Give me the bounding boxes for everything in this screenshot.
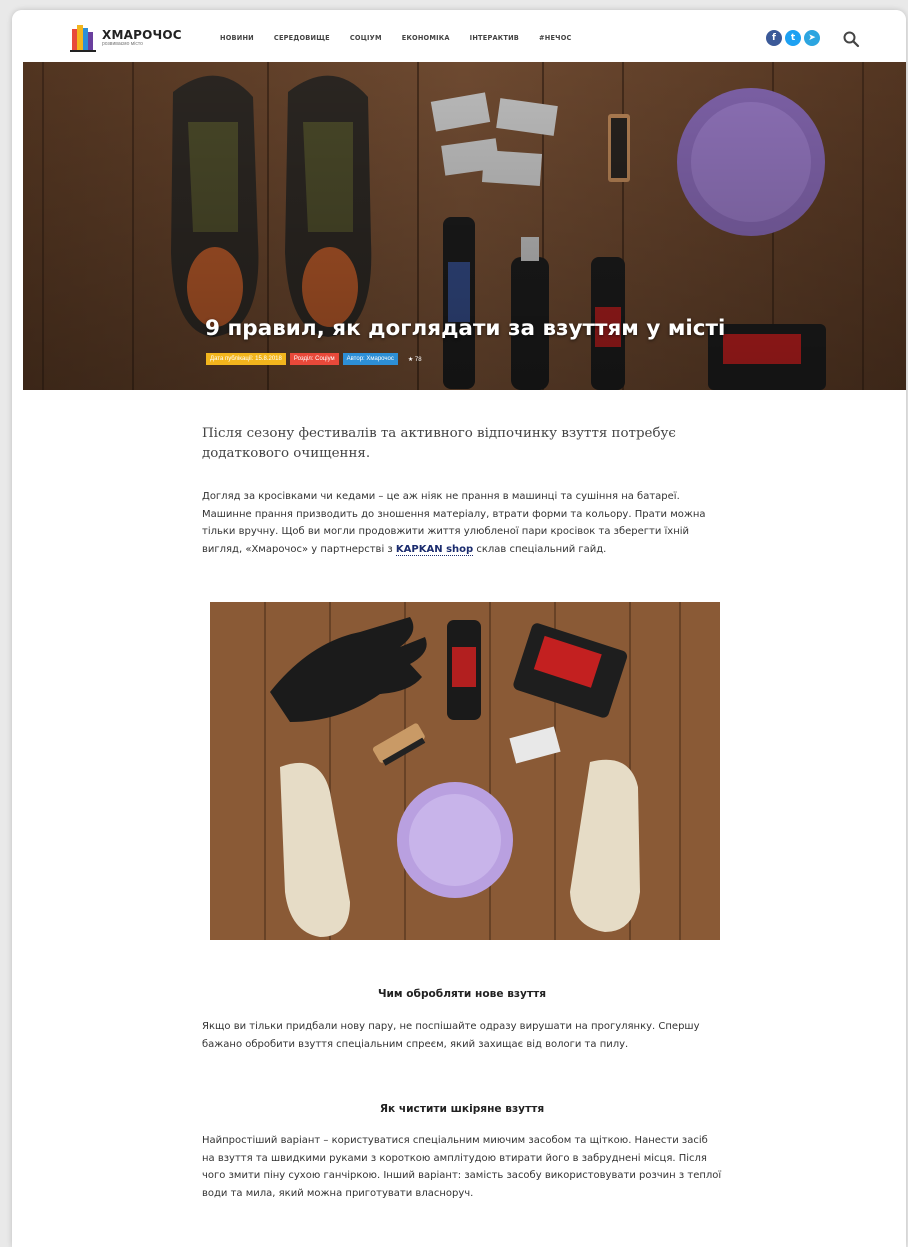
partner-link[interactable]: KAPKAN shop — [395, 543, 474, 556]
views-value: 78 — [414, 356, 422, 363]
section1-text: Якщо ви тільки придбали нову пару, не по… — [202, 1021, 700, 1050]
date-badge: Дата публікації: 15.8.2018 — [206, 353, 286, 365]
social-links: f t ➤ — [766, 30, 820, 46]
views-count: ★ 78 — [408, 356, 422, 363]
hero-image: 9 правил, як доглядати за взуттям у міст… — [23, 62, 906, 390]
article-lead: Після сезону фестивалів та активного від… — [202, 426, 676, 461]
section-badge[interactable]: Розділ: Соціум — [289, 353, 339, 365]
logo-icon — [70, 23, 96, 53]
author-badge[interactable]: Автор: Хмарочос — [342, 353, 398, 365]
nav-item-environment[interactable]: СЕРЕДОВИЩЕ — [274, 34, 330, 42]
article-photo — [210, 602, 720, 940]
section2-text: Найпростіший варіант – користуватися спе… — [202, 1135, 722, 1199]
nav-item-society[interactable]: СОЦІУМ — [350, 34, 382, 42]
main-nav: НОВИНИ СЕРЕДОВИЩЕ СОЦІУМ ЕКОНОМІКА ІНТЕР… — [220, 34, 572, 42]
intro-tail: склав спеціальний гайд. — [476, 543, 607, 555]
section1-heading: Чим обробляти нове взуття — [377, 988, 547, 1000]
site-header: ХМАРОЧОС розвиваємо місто НОВИНИ СЕРЕДОВ… — [12, 10, 906, 62]
nav-item-interactive[interactable]: ІНТЕРАКТИВ — [470, 34, 519, 42]
section2-heading: Як чистити шкіряне взуття — [379, 1103, 545, 1115]
search-icon[interactable] — [842, 30, 860, 48]
star-icon: ★ — [407, 356, 414, 363]
nav-item-news[interactable]: НОВИНИ — [220, 34, 254, 42]
site-name: ХМАРОЧОС — [102, 28, 182, 42]
article-photo-image — [210, 602, 720, 940]
site-tagline: розвиваємо місто — [102, 41, 143, 47]
site-logo[interactable]: ХМАРОЧОС розвиваємо місто — [70, 23, 182, 53]
telegram-icon[interactable]: ➤ — [804, 30, 820, 46]
facebook-icon[interactable]: f — [766, 30, 782, 46]
article-title: 9 правил, як доглядати за взуттям у міст… — [205, 316, 726, 341]
nav-item-economy[interactable]: ЕКОНОМІКА — [402, 34, 450, 42]
page-frame: ХМАРОЧОС розвиваємо місто НОВИНИ СЕРЕДОВ… — [12, 10, 906, 1247]
article-meta: Дата публікації: 15.8.2018 Розділ: Соціу… — [206, 353, 422, 365]
twitter-icon[interactable]: t — [785, 30, 801, 46]
article-intro: Догляд за кросівками чи кедами – це аж н… — [202, 488, 722, 558]
nav-item-nechos[interactable]: #НЕЧОС — [539, 34, 572, 42]
